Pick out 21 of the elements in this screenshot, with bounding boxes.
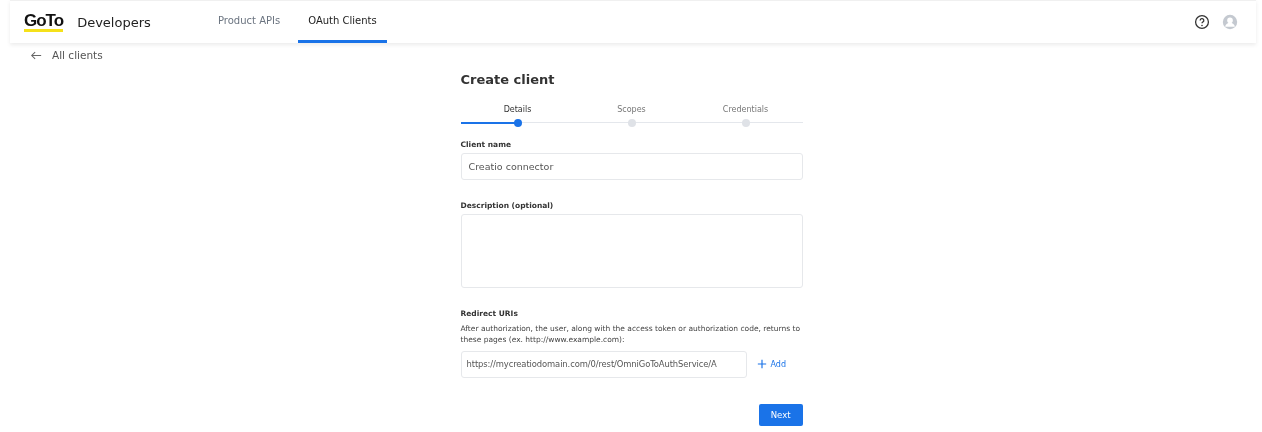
step-dot[interactable] xyxy=(513,118,522,127)
next-button[interactable]: Next xyxy=(758,403,803,426)
logo[interactable]: GoTo xyxy=(24,12,64,32)
product-name: Developers xyxy=(77,14,151,30)
step-dot[interactable] xyxy=(627,118,636,127)
nav-tab[interactable]: Product APIs xyxy=(208,1,291,43)
help-icon[interactable] xyxy=(1194,14,1210,30)
client-name-field[interactable]: Creatio connector xyxy=(460,152,803,180)
description-field[interactable] xyxy=(460,213,803,288)
step-label: Scopes xyxy=(616,104,647,114)
avatar-icon[interactable] xyxy=(1222,14,1238,30)
nav-tab[interactable]: OAuth Clients xyxy=(298,1,387,43)
back-link[interactable]: All clients xyxy=(30,49,103,61)
step-dot[interactable] xyxy=(741,118,750,127)
back-arrow-icon xyxy=(30,50,42,60)
page-title: Create client xyxy=(460,71,556,87)
step-label: Details xyxy=(502,104,533,114)
redirect-uri-field[interactable]: https://mycreatiodomain.com/0/rest/OmniGoToAuthService/A xyxy=(460,350,747,378)
plus-icon xyxy=(756,359,767,369)
step-label: Credentials xyxy=(721,104,770,114)
add-button[interactable]: Add xyxy=(756,359,786,369)
